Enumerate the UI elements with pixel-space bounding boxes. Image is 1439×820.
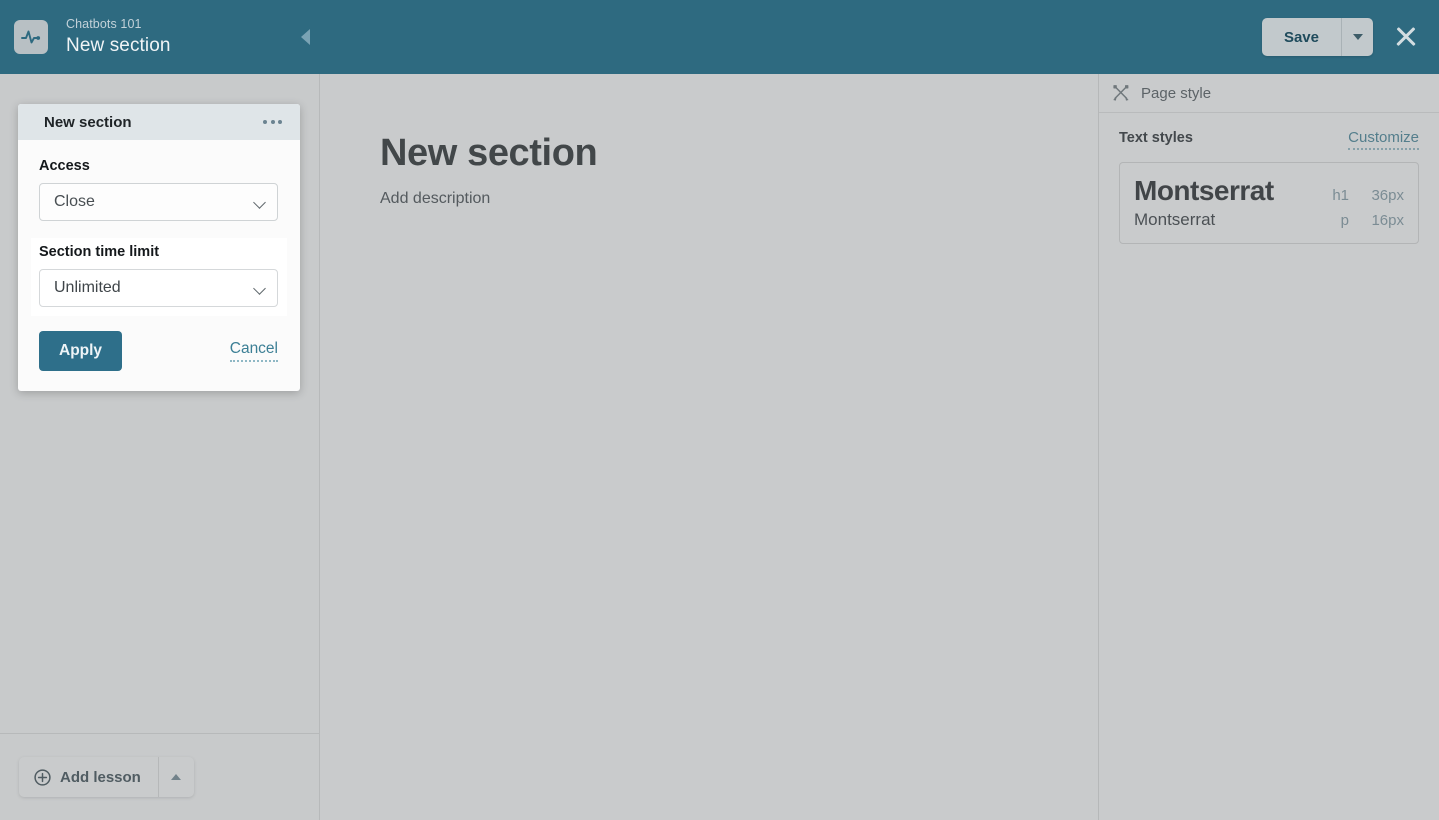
popover-actions: Apply Cancel bbox=[39, 331, 278, 371]
canvas-heading[interactable]: New section bbox=[380, 132, 1098, 175]
page-style-header: Page style bbox=[1099, 74, 1439, 113]
chevron-up-icon bbox=[171, 774, 182, 780]
style-size-h1: 36px bbox=[1371, 187, 1404, 204]
top-bar-actions: Save bbox=[1261, 0, 1439, 74]
right-sidebar: Page style Text styles Customize Montser… bbox=[1098, 74, 1439, 820]
style-size-p: 16px bbox=[1371, 212, 1404, 230]
add-lesson-button[interactable]: Add lesson bbox=[19, 757, 158, 797]
dot bbox=[278, 120, 282, 124]
style-sample-h1: Montserrat bbox=[1134, 175, 1274, 206]
section-time-limit-value: Unlimited bbox=[54, 279, 121, 296]
dot bbox=[263, 120, 267, 124]
add-lesson-label: Add lesson bbox=[60, 768, 141, 786]
customize-link[interactable]: Customize bbox=[1348, 129, 1419, 150]
section-time-limit-label: Section time limit bbox=[39, 244, 160, 260]
canvas-description[interactable]: Add description bbox=[380, 190, 1098, 208]
page-style-label: Page style bbox=[1141, 84, 1212, 102]
access-select-value: Close bbox=[54, 193, 95, 210]
text-styles-row: Text styles Customize bbox=[1119, 129, 1419, 150]
top-bar-left: Chatbots 101 New section bbox=[0, 0, 320, 74]
more-options-icon[interactable] bbox=[261, 114, 284, 130]
collapse-left-icon[interactable] bbox=[294, 26, 316, 48]
cancel-button[interactable]: Cancel bbox=[229, 340, 278, 362]
section-time-limit-select[interactable]: Unlimited bbox=[39, 269, 278, 307]
access-label: Access bbox=[39, 158, 90, 174]
style-meta-p: p 16px bbox=[1333, 212, 1404, 229]
access-select[interactable]: Close bbox=[39, 183, 278, 221]
save-dropdown-button[interactable] bbox=[1341, 18, 1373, 56]
close-icon[interactable] bbox=[1391, 22, 1421, 52]
text-styles-label: Text styles bbox=[1119, 130, 1193, 146]
chevron-down-icon bbox=[1352, 34, 1363, 40]
spotlight-highlight: Section time limit Unlimited bbox=[31, 238, 287, 316]
style-row-h1: Montserrat h1 36px bbox=[1134, 175, 1404, 207]
page-title: New section bbox=[66, 34, 171, 56]
chevron-down-icon bbox=[253, 196, 266, 209]
breadcrumb-course-name[interactable]: Chatbots 101 bbox=[66, 17, 171, 31]
breadcrumb: Chatbots 101 New section bbox=[66, 17, 171, 56]
apply-button[interactable]: Apply bbox=[39, 331, 123, 371]
left-sidebar-footer: Add lesson bbox=[0, 733, 319, 820]
save-button-group: Save bbox=[1261, 18, 1373, 56]
save-button[interactable]: Save bbox=[1261, 18, 1341, 56]
style-tag-p: p bbox=[1340, 212, 1349, 230]
design-tools-icon bbox=[1113, 85, 1129, 101]
style-sample-p: Montserrat bbox=[1134, 210, 1216, 230]
chevron-down-icon bbox=[253, 282, 266, 295]
add-lesson-dropdown-button[interactable] bbox=[157, 757, 194, 797]
style-tag-h1: h1 bbox=[1332, 187, 1349, 204]
page-style-body: Text styles Customize Montserrat h1 36px… bbox=[1099, 113, 1439, 245]
top-bar: Chatbots 101 New section Save bbox=[0, 0, 1439, 74]
pulse-icon[interactable] bbox=[14, 20, 48, 54]
dot bbox=[270, 120, 275, 124]
main-canvas: New section Add description bbox=[320, 74, 1098, 820]
plus-circle-icon bbox=[34, 768, 51, 786]
style-row-p: Montserrat p 16px bbox=[1134, 210, 1404, 230]
popover-title: New section bbox=[44, 113, 132, 131]
text-styles-card[interactable]: Montserrat h1 36px Montserrat p 16px bbox=[1119, 162, 1419, 245]
collapse-triangle bbox=[300, 29, 310, 45]
style-meta-h1: h1 36px bbox=[1332, 187, 1404, 204]
popover-header: New section bbox=[18, 104, 300, 140]
add-lesson-button-group: Add lesson bbox=[19, 757, 194, 797]
app-root: Chatbots 101 New section Save Add lesson… bbox=[0, 0, 1439, 820]
